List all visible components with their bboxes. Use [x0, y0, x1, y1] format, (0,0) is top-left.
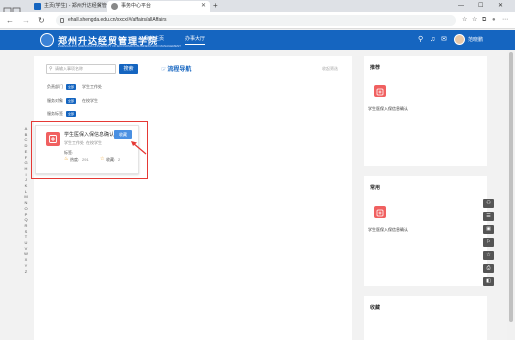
guide-label: 流程导航	[167, 67, 192, 73]
search-button[interactable]: 搜索	[119, 64, 138, 74]
tab-affairs-center[interactable]: 事务中心平台 ✕	[107, 1, 210, 12]
heat-label: 热度:	[70, 157, 80, 162]
avatar[interactable]	[454, 34, 465, 45]
search-icon: ⚲	[49, 66, 53, 72]
print-tool-icon[interactable]: ⎙	[483, 264, 494, 273]
pointer-hand-icon: ☞	[161, 67, 167, 73]
star-tool-icon[interactable]: ☆	[483, 251, 494, 260]
favorite-star-icon: ☆	[100, 156, 105, 162]
favorites-list-icon[interactable]: ☆	[472, 14, 477, 27]
medical-insurance-icon[interactable]	[374, 206, 386, 218]
user-tool-icon[interactable]: ⚇	[483, 199, 494, 208]
common-title: 常用	[370, 185, 381, 191]
add-favorite-button[interactable]: 收藏	[114, 130, 132, 139]
message-icon[interactable]: ✉	[441, 35, 447, 44]
filter-chip-all[interactable]: 全部	[66, 111, 77, 117]
tab-title: 事务中心平台	[121, 3, 152, 9]
filter-chip-all[interactable]: 全部	[66, 98, 77, 104]
close-tab-icon[interactable]: ✕	[97, 1, 102, 12]
filter-option-enrolled-students[interactable]: 在校学生	[82, 98, 98, 104]
filter-label-audience: 服务对象	[47, 98, 63, 103]
profile-icon[interactable]: ●	[492, 14, 496, 27]
alphabet-index: ABCDEFGHIJKLMNOPQRSTUVWXYZ	[21, 126, 31, 274]
scrollbar-thumb[interactable]	[509, 52, 513, 322]
nav-my-home[interactable]: 我的主页	[144, 35, 164, 42]
university-logo-icon	[40, 33, 54, 47]
url-input[interactable]: ehall.shengda.edu.cn/xxcx/#/affairs/allA…	[56, 15, 456, 26]
forward-button[interactable]: →	[22, 14, 30, 27]
recommend-item-label[interactable]: 学生医保入保信息确认	[368, 106, 408, 112]
filter-chip-all[interactable]: 全部	[66, 84, 77, 90]
medical-insurance-icon	[46, 132, 60, 146]
site-header: 郑州升达经贸管理学院 ZHENGZHOU SHENGDA UNIVERSITY …	[0, 30, 515, 50]
search-input[interactable]: ⚲ 请输入事项名称	[46, 64, 116, 74]
favorites-title: 收藏	[370, 305, 381, 311]
site-favicon-icon	[34, 3, 41, 10]
letter-z[interactable]: Z	[21, 269, 31, 275]
more-menu-icon[interactable]: ⋯	[502, 14, 508, 27]
university-name-en: ZHENGZHOU SHENGDA UNIVERSITY OF ECONOMIC…	[58, 44, 181, 48]
common-item-label[interactable]: 学生医保入保信息确认	[368, 227, 408, 233]
card-department: 学生工作处	[64, 140, 84, 145]
username[interactable]: 范晓鹏	[468, 36, 483, 43]
collapse-filter-link[interactable]: 收起筛选	[322, 66, 338, 72]
card-tool-icon[interactable]: ▣	[483, 225, 494, 234]
new-tab-button[interactable]: +	[213, 0, 218, 12]
close-tab-icon[interactable]: ✕	[201, 1, 206, 12]
reload-button[interactable]: ↻	[38, 14, 45, 27]
back-button[interactable]: ←	[6, 14, 14, 27]
address-bar-row: ← → ↻ ehall.shengda.edu.cn/xxcx/#/affair…	[0, 12, 515, 29]
maximize-button[interactable]: ☐	[478, 0, 483, 12]
filter-label-department: 负责部门	[47, 84, 63, 89]
process-guide-link[interactable]: ☞流程导航	[161, 64, 191, 73]
list-tool-icon[interactable]: ☰	[483, 212, 494, 221]
url-text: ehall.shengda.edu.cn/xxcx/#/affairs/allA…	[68, 17, 167, 23]
minimize-button[interactable]: —	[458, 0, 464, 12]
site-favicon-icon	[111, 3, 118, 10]
filter-option-student-affairs[interactable]: 学生工作处	[82, 84, 102, 90]
medical-insurance-icon[interactable]	[374, 85, 386, 97]
favorite-star-icon[interactable]: ☆	[462, 14, 467, 27]
filter-label-tag: 服务标签	[47, 111, 63, 116]
favorites-panel	[364, 296, 487, 340]
card-title[interactable]: 学生医保入保信息确认	[64, 131, 114, 138]
recommend-title: 推荐	[370, 65, 381, 71]
notification-icon[interactable]: ♫	[430, 35, 435, 44]
search-placeholder: 请输入事项名称	[55, 66, 83, 71]
heat-icon: ♨	[64, 156, 69, 162]
screen-tool-icon[interactable]: ◧	[483, 277, 494, 286]
tab-home-student[interactable]: 主页(学生) - 郑州升达经贸管 ✕	[30, 1, 107, 12]
favorites-value: 2	[118, 157, 121, 162]
close-window-button[interactable]: ✕	[498, 0, 503, 12]
nav-service-hall[interactable]: 办事大厅	[185, 35, 206, 45]
collections-icon[interactable]: ⧉	[482, 14, 486, 27]
favorites-label: 收藏:	[106, 157, 116, 162]
search-icon[interactable]: ⚲	[418, 35, 423, 44]
lock-icon	[60, 18, 64, 23]
window-menu-icon[interactable]	[3, 2, 21, 15]
heat-value: 291	[82, 157, 89, 162]
red-arrow-annotation	[131, 141, 147, 155]
browser-tab-strip: 主页(学生) - 郑州升达经贸管 ✕ 事务中心平台 ✕ + — ☐ ✕	[0, 0, 515, 15]
card-audience: 在校学生	[86, 140, 102, 145]
flag-tool-icon[interactable]: ⚐	[483, 238, 494, 247]
